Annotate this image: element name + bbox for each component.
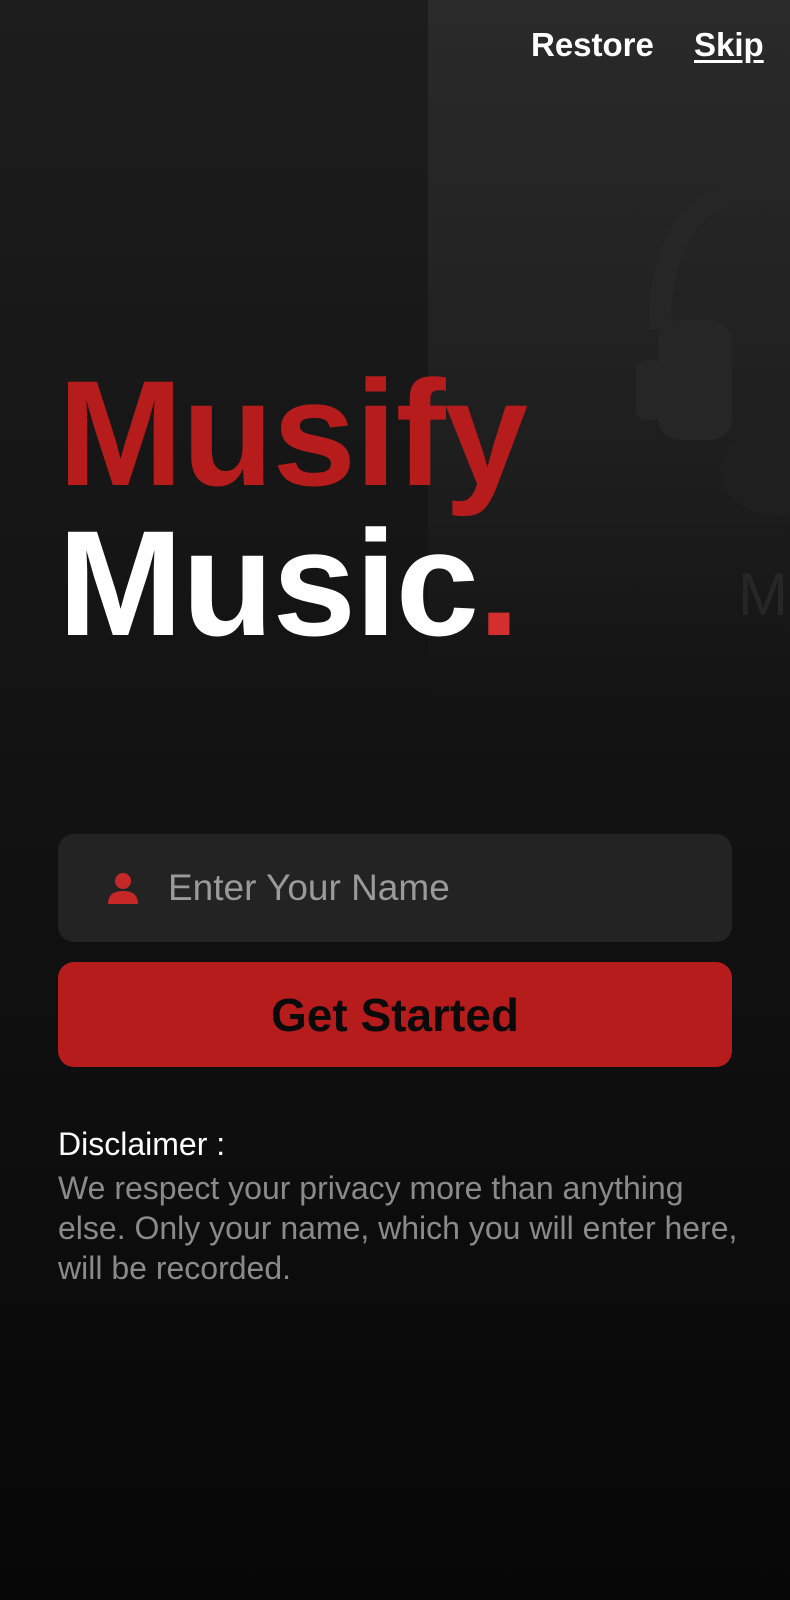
name-field[interactable]	[58, 834, 732, 942]
name-input[interactable]	[166, 866, 690, 910]
background-letter: M	[738, 561, 788, 628]
brand-title-line1: Musify	[58, 349, 528, 517]
user-icon	[108, 873, 138, 904]
brand-dot: .	[478, 499, 520, 667]
brand-title-line2: Music.	[58, 508, 520, 658]
get-started-button[interactable]: Get Started	[58, 962, 732, 1067]
restore-button[interactable]: Restore	[531, 26, 654, 64]
skip-link[interactable]: Skip	[694, 26, 764, 64]
disclaimer-title: Disclaimer :	[58, 1126, 226, 1162]
brand-title-word: Music	[58, 499, 479, 667]
onboarding-screen: M Restore Skip Musify Music. Get Started…	[0, 0, 790, 1600]
disclaimer-text: We respect your privacy more than anythi…	[58, 1170, 738, 1286]
